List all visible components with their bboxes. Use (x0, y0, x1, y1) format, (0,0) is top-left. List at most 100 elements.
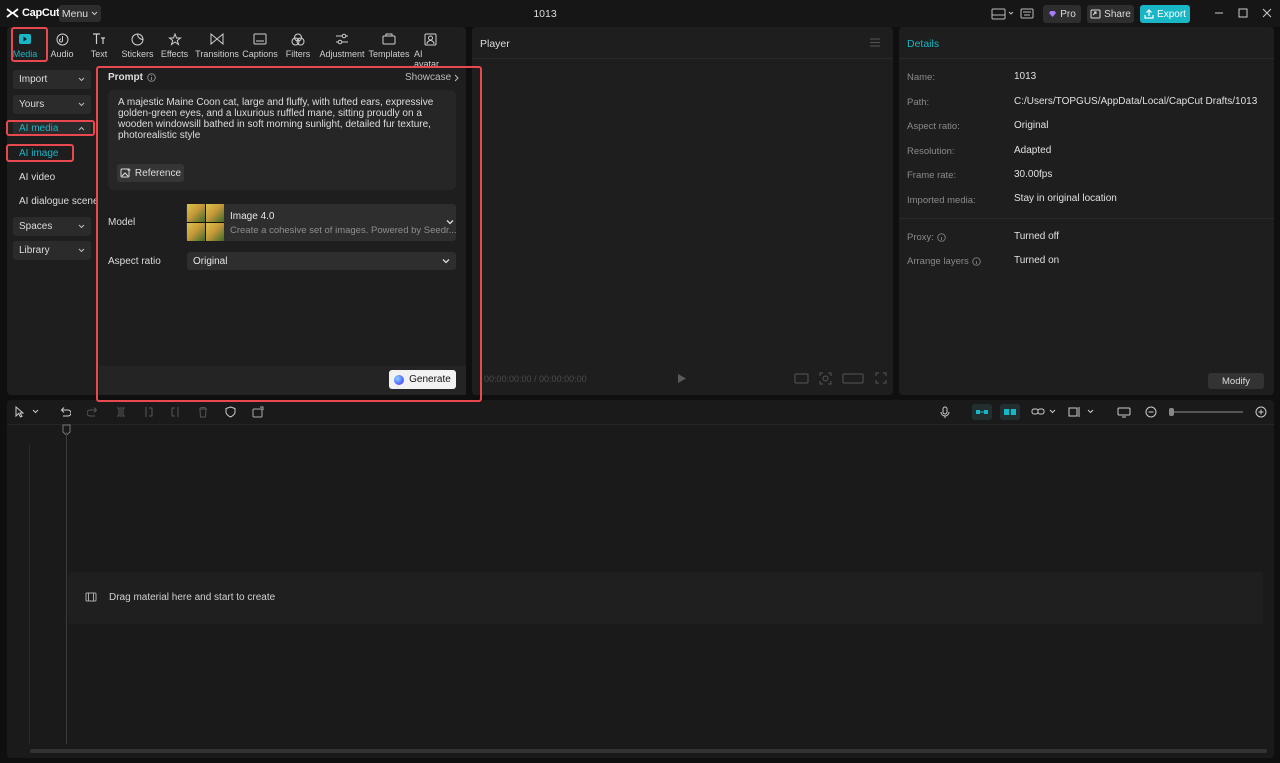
arrange-layers-label-text: Arrange layers (907, 256, 969, 267)
player-panel (472, 27, 893, 395)
link-icon[interactable] (1031, 407, 1057, 417)
player-divider (472, 58, 893, 59)
quality-icon[interactable] (794, 373, 809, 384)
timeline-divider (7, 424, 1274, 425)
detail-label-resolution: Resolution: (907, 146, 955, 157)
snap-toggle[interactable] (1000, 404, 1020, 420)
tab-stickers[interactable]: Stickers (122, 32, 153, 59)
pro-label: Pro (1060, 9, 1076, 20)
cursor-icon (14, 406, 40, 418)
horizontal-scrollbar[interactable] (30, 749, 1267, 753)
select-tool[interactable] (14, 405, 40, 419)
adjustment-icon (335, 32, 349, 46)
tab-filters[interactable]: Filters (285, 32, 311, 59)
sidebar-yours[interactable]: Yours (13, 95, 91, 114)
info-icon[interactable] (972, 257, 981, 266)
detail-label-proxy: Proxy: (907, 232, 946, 243)
info-icon[interactable] (937, 233, 946, 242)
tab-captions-label: Captions (242, 49, 278, 59)
details-divider (899, 58, 1274, 59)
export-label: Export (1157, 9, 1186, 20)
captions-icon (253, 32, 267, 46)
tab-transitions-label: Transitions (195, 49, 239, 59)
zoom-slider-track[interactable] (1171, 411, 1243, 413)
sidebar-ai-dialogue-scene[interactable]: AI dialogue scene (19, 196, 99, 207)
tab-templates[interactable]: Templates (370, 32, 408, 59)
tab-effects[interactable]: Effects (161, 32, 188, 59)
share-icon (1090, 9, 1101, 19)
split-icon[interactable] (115, 406, 127, 418)
tab-captions[interactable]: Captions (243, 32, 277, 59)
sidebar-import[interactable]: Import (13, 70, 91, 89)
highlight-prompt-panel (96, 66, 482, 402)
tab-adjustment[interactable]: Adjustment (320, 32, 364, 59)
split-left-icon[interactable] (143, 406, 155, 418)
tab-audio-label: Audio (50, 49, 73, 59)
detail-value-frame-rate: 30.00fps (1014, 169, 1052, 180)
detail-label-imported-media: Imported media: (907, 195, 976, 206)
redo-icon[interactable] (87, 406, 99, 418)
minimize-icon[interactable] (1213, 7, 1225, 19)
audio-icon (56, 32, 69, 46)
stickers-icon (131, 32, 144, 46)
tab-text[interactable]: Text (90, 32, 108, 59)
tab-templates-label: Templates (368, 49, 409, 59)
sidebar-ai-video[interactable]: AI video (19, 172, 55, 183)
sidebar-yours-label: Yours (19, 99, 44, 110)
maximize-icon[interactable] (1237, 7, 1249, 19)
highlight-ai-media (6, 120, 95, 136)
fullscreen-icon[interactable] (875, 372, 887, 384)
proxy-label-text: Proxy: (907, 232, 934, 243)
zoom-out-icon[interactable] (1145, 406, 1157, 418)
undo-icon[interactable] (59, 406, 71, 418)
media-replace-icon[interactable] (252, 406, 264, 418)
project-title: 1013 (0, 8, 1090, 20)
transitions-icon (210, 32, 224, 46)
tab-stickers-label: Stickers (122, 49, 154, 59)
magnet-toggle[interactable] (972, 404, 992, 420)
details-title: Details (907, 38, 939, 50)
detail-value-aspect-ratio: Original (1014, 120, 1048, 131)
zoom-in-icon[interactable] (1255, 406, 1267, 418)
share-label: Share (1104, 9, 1131, 20)
tab-ai-avatar[interactable]: AI avatar (414, 32, 447, 69)
chevron-down-icon (78, 102, 85, 107)
pro-button[interactable]: Pro (1043, 5, 1081, 23)
snap-icon (1003, 407, 1017, 417)
shortcuts-icon[interactable] (1020, 6, 1034, 21)
detail-value-arrange-layers: Turned on (1014, 255, 1059, 266)
ratio-icon[interactable] (842, 373, 864, 384)
microphone-icon[interactable] (940, 406, 950, 419)
pro-gem-icon (1048, 10, 1057, 18)
zoom-slider-handle[interactable] (1169, 408, 1174, 416)
close-icon[interactable] (1261, 7, 1273, 19)
link-clips-icon (975, 408, 989, 416)
playhead-line[interactable] (66, 432, 67, 744)
tab-text-label: Text (91, 49, 108, 59)
tab-filters-label: Filters (286, 49, 311, 59)
share-button[interactable]: Share (1087, 5, 1134, 23)
detail-label-aspect-ratio: Aspect ratio: (907, 121, 960, 132)
modify-button[interactable]: Modify (1208, 373, 1264, 389)
sidebar-library[interactable]: Library (13, 241, 91, 260)
tab-effects-label: Effects (161, 49, 188, 59)
fit-icon[interactable] (819, 372, 832, 385)
export-button[interactable]: Export (1140, 5, 1190, 23)
export-icon (1144, 9, 1154, 19)
split-right-icon[interactable] (169, 406, 181, 418)
sidebar-import-label: Import (19, 74, 47, 85)
sidebar-spaces[interactable]: Spaces (13, 217, 91, 236)
detail-value-path: C:/Users/TOPGUS/AppData/Local/CapCut Dra… (1014, 96, 1257, 107)
layout-icon[interactable] (991, 6, 1015, 21)
fit-timeline-icon[interactable] (1117, 406, 1131, 418)
detail-label-path: Path: (907, 97, 929, 108)
delete-icon[interactable] (197, 406, 209, 418)
preview-axis-icon[interactable] (1068, 406, 1095, 418)
play-icon[interactable] (677, 373, 687, 384)
highlight-ai-image (6, 144, 74, 162)
filters-icon (291, 32, 305, 46)
player-menu-icon[interactable] (869, 38, 881, 47)
tab-transitions[interactable]: Transitions (196, 32, 238, 59)
tab-audio[interactable]: Audio (51, 32, 73, 59)
shield-icon[interactable] (225, 406, 236, 418)
